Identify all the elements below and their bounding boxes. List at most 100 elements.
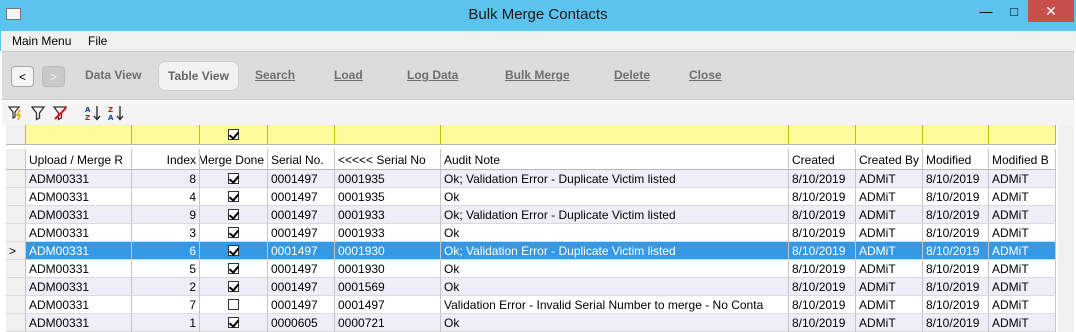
cell-serial2[interactable]: 0001935 [335, 188, 441, 206]
row-selector[interactable] [6, 260, 26, 278]
cell-upload[interactable]: ADM00331 [26, 260, 132, 278]
column-header-created-by[interactable]: Created By [856, 149, 923, 170]
filter-cell-modified-by[interactable] [989, 125, 1056, 145]
cell-created-by[interactable]: ADMiT [856, 314, 923, 332]
cell-done[interactable] [200, 260, 268, 278]
cell-created[interactable]: 8/10/2019 [789, 260, 856, 278]
merge-done-checkbox[interactable] [228, 281, 239, 292]
cell-created[interactable]: 8/10/2019 [789, 278, 856, 296]
table-row[interactable]: ADM00331 8 0001497 0001935 Ok; Validation Er… [6, 170, 1056, 188]
table-row[interactable]: ADM00331 3 0001497 0001933 Ok 8/10/2019 ADMiT 8… [6, 224, 1056, 242]
merge-done-checkbox[interactable] [228, 263, 239, 274]
cell-upload[interactable]: ADM00331 [26, 296, 132, 314]
merge-done-checkbox[interactable] [228, 173, 239, 184]
cell-note[interactable]: Ok; Validation Error - Duplicate Victim … [441, 206, 789, 224]
cell-serial2[interactable]: 0001930 [335, 242, 441, 260]
cell-done[interactable] [200, 170, 268, 188]
column-header-merge-done[interactable]: Merge Done [200, 149, 268, 170]
cell-index[interactable]: 1 [132, 314, 200, 332]
column-header-upload[interactable]: Upload / Merge R [26, 149, 132, 170]
filter-cell-created[interactable] [789, 125, 856, 145]
merge-done-checkbox[interactable] [228, 299, 239, 310]
filter-cell-index[interactable] [132, 125, 200, 145]
cell-created-by[interactable]: ADMiT [856, 188, 923, 206]
row-selector[interactable] [6, 170, 26, 188]
merge-done-checkbox[interactable] [228, 245, 239, 256]
row-selector[interactable]: > [6, 242, 26, 260]
bulk-merge-button[interactable]: Bulk Merge [505, 68, 570, 82]
cell-note[interactable]: Ok; Validation Error - Duplicate Victim … [441, 242, 789, 260]
cell-serial[interactable]: 0001497 [268, 206, 335, 224]
cell-modified-by[interactable]: ADMiT [989, 242, 1056, 260]
table-row[interactable]: ADM00331 5 0001497 0001930 Ok 8/10/2019 ADMiT 8… [6, 260, 1056, 278]
cell-created-by[interactable]: ADMiT [856, 296, 923, 314]
cell-serial[interactable]: 0001497 [268, 170, 335, 188]
cell-index[interactable]: 8 [132, 170, 200, 188]
cell-index[interactable]: 2 [132, 278, 200, 296]
column-header-audit-note[interactable]: Audit Note [441, 149, 789, 170]
cell-created-by[interactable]: ADMiT [856, 170, 923, 188]
cell-note[interactable]: Ok [441, 224, 789, 242]
cell-modified-by[interactable]: ADMiT [989, 314, 1056, 332]
row-selector[interactable] [6, 278, 26, 296]
cell-note[interactable]: Ok [441, 260, 789, 278]
cell-serial2[interactable]: 0001930 [335, 260, 441, 278]
cell-upload[interactable]: ADM00331 [26, 278, 132, 296]
cell-serial2[interactable]: 0001497 [335, 296, 441, 314]
cell-created-by[interactable]: ADMiT [856, 242, 923, 260]
cell-modified[interactable]: 8/10/2019 [923, 206, 989, 224]
cell-done[interactable] [200, 242, 268, 260]
row-selector[interactable] [6, 296, 26, 314]
table-row[interactable]: ADM00331 2 0001497 0001569 Ok 8/10/2019 ADMiT 8… [6, 278, 1056, 296]
back-button[interactable]: < [11, 66, 34, 87]
sort-descending-icon[interactable]: Z A [108, 105, 124, 121]
cell-note[interactable]: Ok [441, 278, 789, 296]
cell-modified[interactable]: 8/10/2019 [923, 188, 989, 206]
table-row[interactable]: ADM00331 4 0001497 0001935 Ok 8/10/2019 ADMiT 8… [6, 188, 1056, 206]
row-selector[interactable] [6, 224, 26, 242]
cell-modified-by[interactable]: ADMiT [989, 296, 1056, 314]
filter-icon[interactable] [30, 105, 46, 121]
cell-index[interactable]: 6 [132, 242, 200, 260]
log-data-button[interactable]: Log Data [407, 68, 458, 82]
filter-cell-upload[interactable] [26, 125, 132, 145]
cell-created[interactable]: 8/10/2019 [789, 314, 856, 332]
cell-note[interactable]: Ok [441, 188, 789, 206]
cell-index[interactable]: 9 [132, 206, 200, 224]
cell-modified[interactable]: 8/10/2019 [923, 224, 989, 242]
filter-cell-created-by[interactable] [856, 125, 923, 145]
merge-done-checkbox[interactable] [228, 227, 239, 238]
filter-cell-serial[interactable] [268, 125, 335, 145]
cell-created-by[interactable]: ADMiT [856, 224, 923, 242]
cell-created-by[interactable]: ADMiT [856, 206, 923, 224]
cell-upload[interactable]: ADM00331 [26, 206, 132, 224]
cell-created[interactable]: 8/10/2019 [789, 206, 856, 224]
merge-done-checkbox[interactable] [228, 191, 239, 202]
cell-modified-by[interactable]: ADMiT [989, 260, 1056, 278]
cell-upload[interactable]: ADM00331 [26, 170, 132, 188]
column-header-index[interactable]: Index [132, 149, 200, 170]
cell-done[interactable] [200, 314, 268, 332]
row-selector[interactable] [6, 206, 26, 224]
table-row[interactable]: ADM00331 1 0000605 0000721 Ok 8/10/2019 ADMiT 8… [6, 314, 1056, 332]
cell-done[interactable] [200, 296, 268, 314]
table-row[interactable]: ADM00331 9 0001497 0001933 Ok; Validation Er… [6, 206, 1056, 224]
menu-main-menu[interactable]: Main Menu [12, 34, 71, 48]
cell-created[interactable]: 8/10/2019 [789, 188, 856, 206]
filter-cell-audit-note[interactable] [441, 125, 789, 145]
table-row[interactable]: > ADM00331 6 0001497 0001930 Ok; Validation E… [6, 242, 1056, 260]
cell-serial[interactable]: 0001497 [268, 278, 335, 296]
cell-modified-by[interactable]: ADMiT [989, 206, 1056, 224]
minimize-button[interactable]: — [972, 0, 1000, 22]
cell-serial[interactable]: 0000605 [268, 314, 335, 332]
cell-note[interactable]: Ok [441, 314, 789, 332]
cell-created[interactable]: 8/10/2019 [789, 242, 856, 260]
cell-index[interactable]: 7 [132, 296, 200, 314]
filter-cell-serial2[interactable] [335, 125, 441, 145]
filter-cell-merge-done[interactable] [200, 125, 268, 145]
cell-index[interactable]: 3 [132, 224, 200, 242]
cell-done[interactable] [200, 224, 268, 242]
load-button[interactable]: Load [334, 68, 363, 82]
column-header-modified-by[interactable]: Modified B [989, 149, 1056, 170]
cell-modified[interactable]: 8/10/2019 [923, 242, 989, 260]
